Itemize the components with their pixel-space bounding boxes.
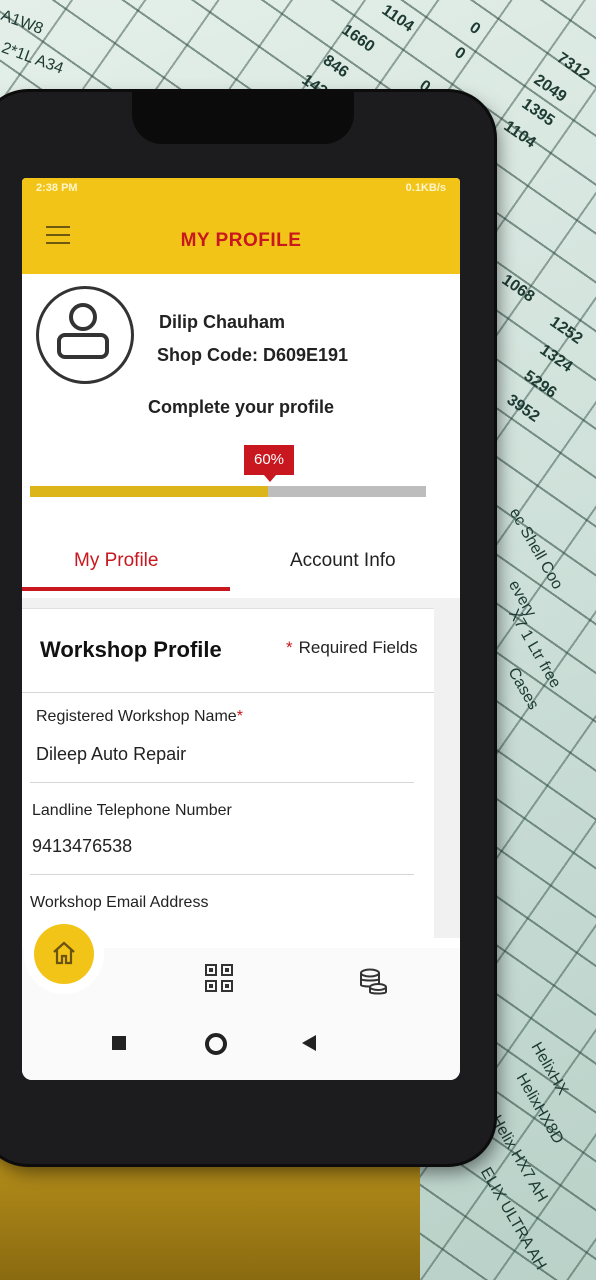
user-silhouette-icon (57, 303, 109, 359)
back-button[interactable] (302, 1035, 316, 1051)
field-underline (30, 782, 414, 783)
shop-code: Shop Code: D609E191 (157, 345, 349, 365)
avatar-icon[interactable] (36, 286, 134, 384)
complete-profile-prompt: Complete your profile (147, 397, 335, 417)
home-system-button[interactable] (205, 1033, 227, 1055)
workshop-profile-title: Workshop Profile (40, 637, 222, 662)
active-tab-indicator (22, 587, 230, 591)
required-star-icon: * (286, 638, 293, 657)
tab-my-profile[interactable]: My Profile (74, 550, 158, 572)
tab-account-info[interactable]: Account Info (290, 550, 396, 572)
landline-field[interactable]: 9413476538 (32, 836, 132, 857)
page-title: MY PROFILE (180, 230, 302, 251)
field-label-workshop-name: Registered Workshop Name* (36, 708, 243, 726)
status-bar: 2:38 PM 0.1KB/s (22, 178, 460, 200)
table-surface (0, 1150, 420, 1280)
field-label-text: Registered Workshop Name (36, 708, 237, 725)
workshop-name-field[interactable]: Dileep Auto Repair (36, 744, 186, 765)
coins-icon[interactable] (358, 968, 388, 1001)
recent-apps-button[interactable] (112, 1036, 126, 1050)
phone-screen: 2:38 PM 0.1KB/s MY PROFILE Dilip Chauham… (22, 178, 460, 1080)
field-label-landline: Landline Telephone Number (32, 802, 232, 819)
required-fields-note: * Required Fields (286, 638, 418, 658)
status-time: 2:38 PM (36, 182, 78, 194)
home-button[interactable] (34, 924, 94, 984)
home-icon (53, 941, 75, 965)
required-star-icon: * (236, 708, 243, 725)
profile-name: Dilip Chauham (159, 312, 286, 332)
progress-fill (30, 486, 268, 497)
completion-progress-bar (30, 486, 426, 497)
status-indicators: 0.1KB/s (405, 182, 446, 194)
field-underline (30, 874, 414, 875)
qr-code-icon[interactable] (205, 964, 233, 997)
card-divider (22, 692, 434, 693)
completion-badge: 60% (244, 445, 294, 482)
field-label-email: Workshop Email Address (30, 894, 209, 911)
required-fields-text: Required Fields (298, 638, 418, 657)
system-navigation-bar (22, 1018, 460, 1080)
app-header: MY PROFILE (22, 200, 460, 274)
phone-notch (132, 92, 354, 144)
